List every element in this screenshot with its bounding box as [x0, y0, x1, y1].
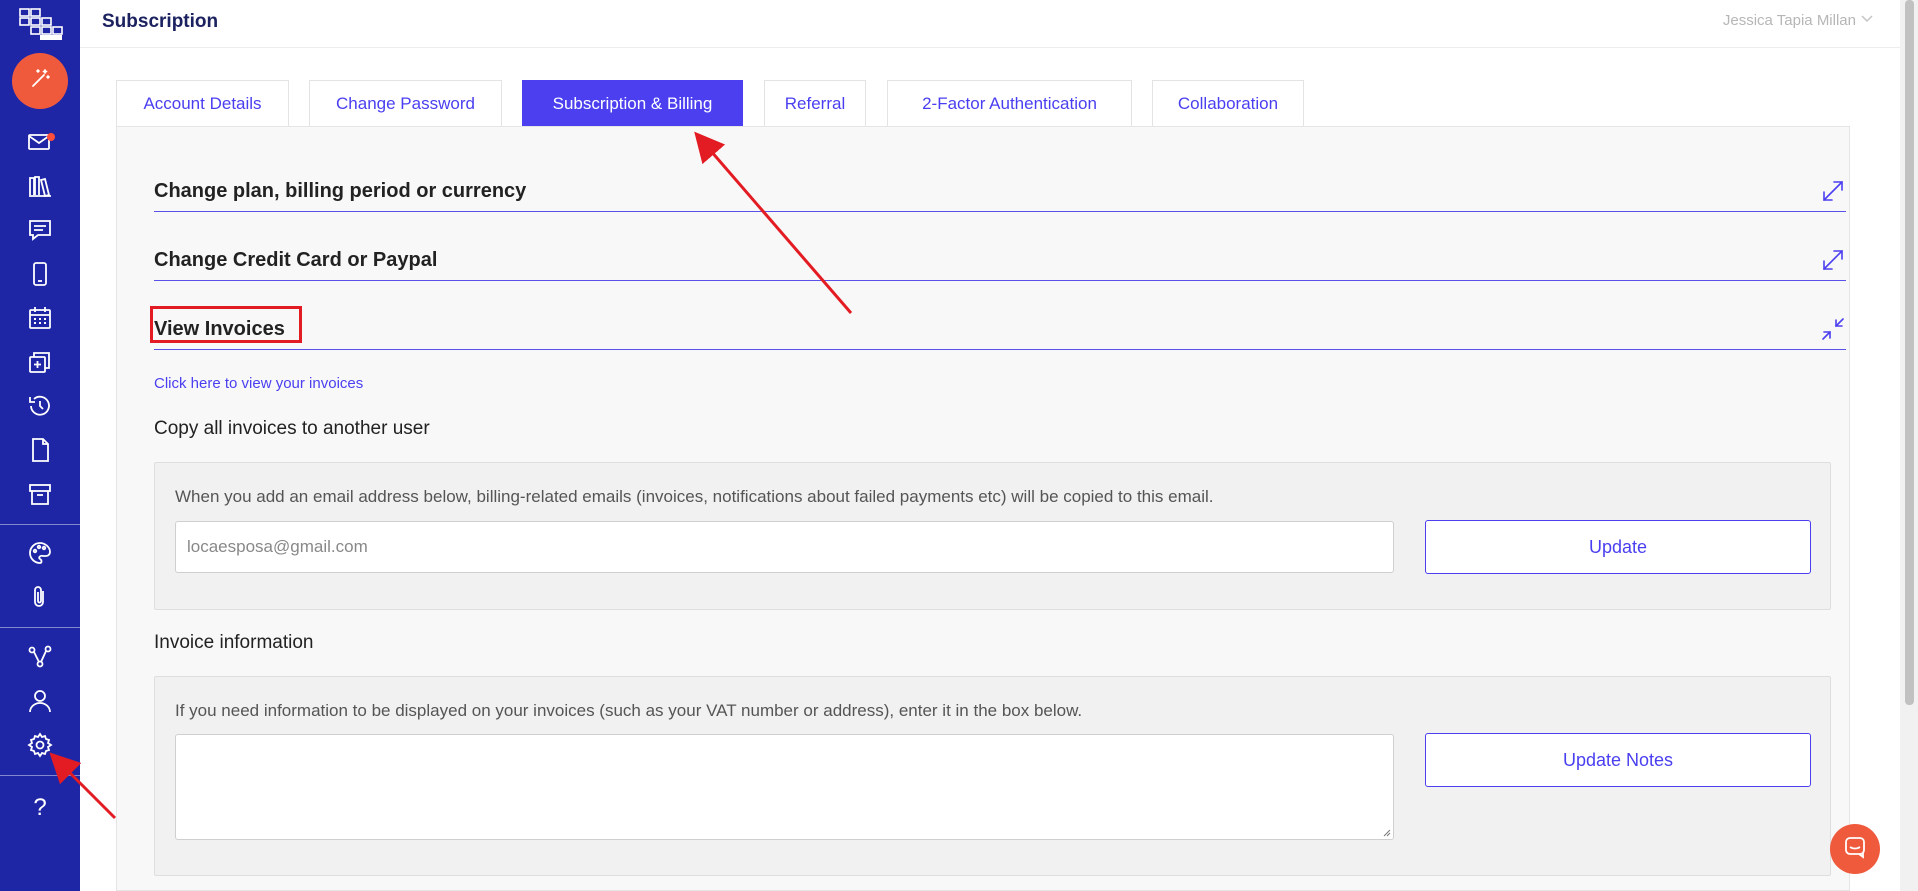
sidebar-item-calendar[interactable] [24, 304, 56, 336]
scrollbar-thumb[interactable] [1905, 0, 1914, 705]
app-logo[interactable] [18, 6, 64, 40]
update-notes-button[interactable]: Update Notes [1425, 733, 1811, 787]
attachment-icon [27, 584, 53, 615]
tab-2-factor-authentication[interactable]: 2-Factor Authentication [887, 80, 1132, 126]
notification-dot [47, 133, 55, 141]
update-button[interactable]: Update [1425, 520, 1811, 574]
user-icon [27, 688, 53, 719]
view-invoices-link[interactable]: Click here to view your invoices [154, 375, 363, 392]
add-post-icon [27, 349, 53, 380]
tab-collaboration[interactable]: Collaboration [1152, 80, 1304, 126]
user-menu[interactable]: Jessica Tapia Millan [1723, 12, 1856, 29]
settings-icon [27, 731, 53, 763]
copy-invoices-box: When you add an email address below, bil… [154, 462, 1831, 610]
page-title: Subscription [102, 11, 219, 32]
sidebar-item-history[interactable] [24, 392, 56, 424]
calendar-icon [27, 305, 53, 336]
sidebar: ? [0, 0, 80, 891]
sidebar-item-settings[interactable] [24, 731, 56, 763]
top-bar: Subscription Jessica Tapia Millan [80, 0, 1900, 48]
sidebar-item-messages[interactable] [24, 216, 56, 248]
history-icon [27, 393, 53, 424]
invoice-information-box: If you need information to be displayed … [154, 676, 1831, 876]
tab-account-details[interactable]: Account Details [116, 80, 289, 126]
document-icon [27, 437, 53, 468]
tab-label: Subscription & Billing [552, 93, 713, 113]
sidebar-item-archive[interactable] [24, 480, 56, 512]
sidebar-item-add-post[interactable] [24, 348, 56, 380]
section-change-plan[interactable]: Change plan, billing period or currency [154, 172, 1846, 212]
section-change-credit-card[interactable]: Change Credit Card or Paypal [154, 241, 1846, 281]
help-button[interactable]: ? [24, 792, 56, 824]
sidebar-item-library[interactable] [24, 172, 56, 204]
archive-icon [27, 481, 53, 512]
sidebar-item-profile[interactable] [24, 687, 56, 719]
tab-label: 2-Factor Authentication [922, 93, 1097, 113]
mobile-icon [27, 261, 53, 292]
email-value: locaesposa@gmail.com [187, 537, 368, 556]
highlight-box [150, 306, 302, 343]
tab-label: Change Password [336, 93, 475, 113]
copy-invoices-description: When you add an email address below, bil… [175, 487, 1214, 506]
help-icon: ? [33, 794, 47, 821]
tab-label: Referral [784, 93, 846, 113]
tab-referral[interactable]: Referral [764, 80, 866, 126]
section-view-invoices[interactable]: View Invoices [154, 310, 1846, 350]
tab-subscription-billing[interactable]: Subscription & Billing [522, 80, 743, 126]
section-title: Change plan, billing period or currency [154, 180, 527, 202]
sidebar-item-mobile[interactable] [24, 260, 56, 292]
sidebar-item-integrations[interactable] [24, 643, 56, 675]
chevron-down-icon[interactable] [1860, 12, 1874, 26]
palette-icon [27, 540, 53, 571]
magic-wand-button[interactable] [12, 53, 68, 109]
page-scrollbar[interactable] [1900, 0, 1918, 891]
tab-change-password[interactable]: Change Password [309, 80, 502, 126]
sidebar-divider [0, 775, 80, 776]
resize-handle-icon[interactable] [1381, 827, 1391, 837]
magic-wand-icon [28, 67, 52, 96]
expand-icon[interactable] [1820, 178, 1846, 204]
chat-launcher-button[interactable] [1830, 824, 1880, 874]
tab-label: Account Details [143, 93, 262, 113]
sidebar-item-attachments[interactable] [24, 583, 56, 615]
section-title: Change Credit Card or Paypal [154, 249, 438, 271]
chat-bubble-icon [1843, 835, 1867, 864]
integrations-icon [27, 644, 53, 675]
expand-icon[interactable] [1820, 247, 1846, 273]
sidebar-divider [0, 627, 80, 628]
sidebar-item-documents[interactable] [24, 436, 56, 468]
button-label: Update [1588, 536, 1648, 557]
chat-icon [27, 217, 53, 248]
email-field[interactable]: locaesposa@gmail.com [175, 521, 1394, 573]
sidebar-divider [0, 524, 80, 525]
invoice-notes-textarea[interactable] [175, 734, 1394, 840]
library-icon [27, 173, 53, 204]
invoice-information-description: If you need information to be displayed … [175, 701, 1083, 720]
collapse-icon[interactable] [1820, 316, 1846, 342]
button-label: Update Notes [1562, 749, 1674, 770]
sidebar-item-design[interactable] [24, 539, 56, 571]
invoice-information-heading: Invoice information [154, 632, 314, 653]
copy-invoices-heading: Copy all invoices to another user [154, 418, 430, 439]
tab-label: Collaboration [1177, 93, 1279, 113]
